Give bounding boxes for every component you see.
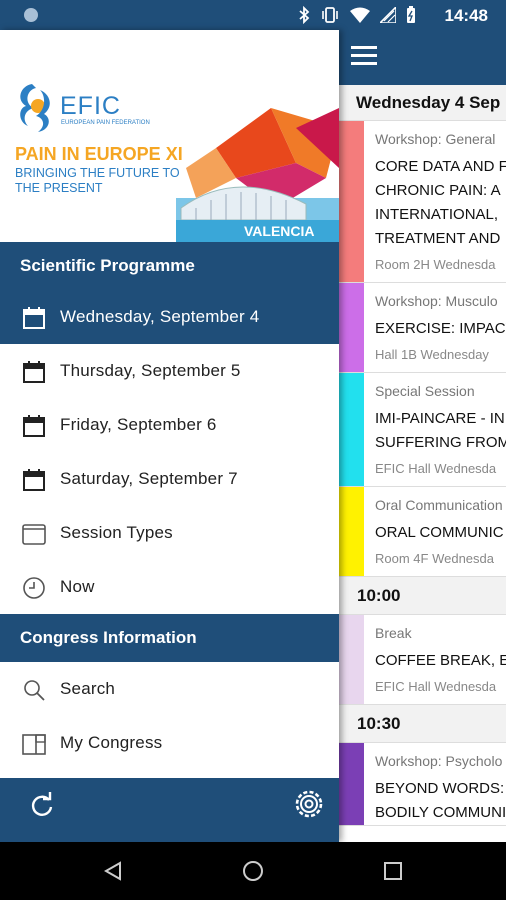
menu-item-label: My Congress [60,733,163,752]
bluetooth-icon [298,5,310,29]
congress-information-header: Congress Information [0,614,339,662]
notification-dot-icon [24,8,38,22]
session-title-line: SUFFERING FROM [375,434,506,451]
session-title-line: INTERNATIONAL, [375,206,499,223]
congress-banner: EFIC EUROPEAN PAIN FEDERATION PAIN IN EU… [0,30,339,242]
menu-item-session-types[interactable]: Session Types [0,506,339,560]
menu-item-label: Session Types [60,523,173,542]
session-card[interactable]: Workshop: Psycholo BEYOND WORDS: BODILY CO… [339,743,506,826]
brand-subtitle: EUROPEAN PAIN FEDERATION [61,120,150,126]
session-type: Break [375,625,412,641]
time-header: 10:30 [339,705,506,743]
session-room: Hall 1B Wednesday [375,347,489,362]
session-type: Workshop: Psycholo [375,753,503,769]
menu-item-wednesday[interactable]: Wednesday, September 4 [0,290,339,344]
session-room: EFIC Hall Wednesda [375,679,497,694]
session-type: Special Session [375,383,475,399]
signal-icon [378,5,397,28]
valencia-label: VALENCIA [244,223,315,239]
gear-icon[interactable] [293,788,325,820]
time-header: 10:00 [339,577,506,615]
congress-tagline: BRINGING THE FUTURE TO THE PRESENT [15,166,180,195]
session-room: Room 4F Wednesda [375,551,494,566]
session-room: EFIC Hall Wednesda [375,461,497,476]
session-title-line: EXERCISE: IMPACT [375,320,506,337]
congress-title: PAIN IN EUROPE XI [15,144,183,164]
app-bar [339,30,506,85]
valencia-artwork: VALENCIA [176,108,339,242]
session-title-line: BODILY COMMUNI [375,804,506,821]
status-time: 14:48 [444,6,488,25]
session-title-line: TREATMENT AND [375,230,501,247]
menu-item-friday[interactable]: Friday, September 6 [0,398,339,452]
menu-item-search[interactable]: Search [0,662,339,716]
menu-item-label: Wednesday, September 4 [60,307,260,326]
session-type: Workshop: General [375,131,496,147]
navigation-drawer: EFIC EUROPEAN PAIN FEDERATION PAIN IN EU… [0,30,339,842]
refresh-icon[interactable] [28,792,56,820]
session-title-line: CORE DATA AND F [375,158,506,175]
session-color-bar [339,615,364,704]
session-color-bar [339,743,364,825]
clock-icon [23,577,45,599]
book-icon [22,734,46,755]
session-color-bar [339,373,364,486]
menu-item-label: Search [60,679,116,698]
session-color-bar [339,487,364,576]
day-header: Wednesday 4 Sep [339,85,506,121]
schedule-content: Wednesday 4 Sep Workshop: General CORE DA… [339,30,506,842]
calendar-icon [23,469,45,491]
menu-item-my-congress[interactable]: My Congress [0,716,339,770]
menu-item-saturday[interactable]: Saturday, September 7 [0,452,339,506]
menu-item-label: Now [60,577,95,596]
brand-name: EFIC [60,92,121,120]
session-type: Oral Communication [375,497,503,513]
calendar-icon [23,307,45,329]
scientific-programme-header: Scientific Programme [0,242,339,290]
back-icon[interactable] [102,860,124,882]
session-type: Workshop: Musculo [375,293,498,309]
menu-item-now[interactable]: Now [0,560,339,614]
session-room: Room 2H Wednesda [375,257,496,272]
menu-item-thursday[interactable]: Thursday, September 5 [0,344,339,398]
session-title-line: IMI-PAINCARE - IN [375,410,505,427]
hamburger-menu-icon[interactable] [351,46,377,66]
session-title-line: COFFEE BREAK, EX [375,652,506,669]
menu-item-label: Thursday, September 5 [60,361,241,380]
battery-icon [406,6,416,29]
calendar-icon [23,415,45,437]
session-title-line: ORAL COMMUNIC [375,524,504,541]
calendar-icon [23,361,45,383]
session-color-bar [339,283,364,372]
menu-item-label: Friday, September 6 [60,415,217,434]
system-nav-bar [0,842,506,900]
status-icons [298,5,416,29]
window-icon [22,524,46,545]
vibrate-icon [320,6,340,29]
session-card[interactable]: Break COFFEE BREAK, EX EFIC Hall Wednesda [339,615,506,705]
status-bar: 14:48 [0,0,506,30]
session-card[interactable]: Special Session IMI-PAINCARE - IN SUFFERIN… [339,373,506,487]
session-card[interactable]: Workshop: General CORE DATA AND F CHRONIC … [339,121,506,283]
session-card[interactable]: Oral Communication ORAL COMMUNIC Room 4F W… [339,487,506,577]
search-icon [24,680,45,701]
session-card[interactable]: Workshop: Musculo EXERCISE: IMPACT Hall 1B… [339,283,506,373]
session-color-bar [339,121,364,282]
efic-logo-icon [20,84,50,132]
recents-icon[interactable] [382,860,404,882]
wifi-icon [350,7,370,28]
session-title-line: BEYOND WORDS: [375,780,505,797]
drawer-footer [0,778,339,842]
menu-item-label: Saturday, September 7 [60,469,238,488]
home-icon[interactable] [242,860,264,882]
session-title-line: CHRONIC PAIN: A [375,182,501,199]
